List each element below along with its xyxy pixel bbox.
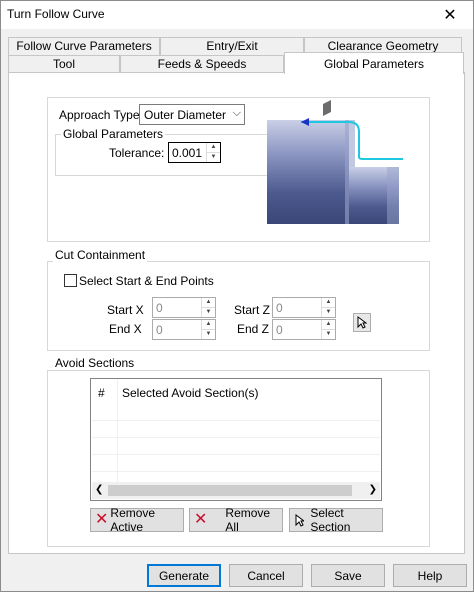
- help-button[interactable]: Help: [393, 564, 467, 587]
- column-header-name: Selected Avoid Section(s): [122, 386, 259, 400]
- select-start-end-label: Select Start & End Points: [79, 274, 214, 288]
- tab-entry-exit[interactable]: Entry/Exit: [160, 37, 304, 55]
- end-x-label: End X: [109, 322, 142, 336]
- dialog-window: Turn Follow Curve ✕ Follow Curve Paramet…: [0, 0, 474, 592]
- start-x-input[interactable]: 0 ▲ ▼: [152, 297, 216, 318]
- tolerance-value: 0.001: [172, 146, 203, 160]
- title-bar: Turn Follow Curve ✕: [1, 1, 473, 29]
- remove-active-button[interactable]: ✕ Remove Active: [90, 506, 184, 534]
- part-body-shape: [267, 120, 349, 224]
- approach-type-value: Outer Diameter: [144, 108, 227, 122]
- scroll-left-icon[interactable]: ❮: [95, 484, 103, 495]
- start-x-label: Start X: [107, 303, 144, 317]
- approach-type-label: Approach Type: [59, 108, 140, 122]
- tab-tool[interactable]: Tool: [8, 55, 120, 73]
- tab-panel: Approach Type Outer Diameter ⌵ Global Pa…: [8, 72, 465, 554]
- avoid-sections-table[interactable]: # Selected Avoid Section(s) ❮ ❯: [90, 378, 382, 501]
- start-x-value: 0: [156, 301, 163, 315]
- start-x-spin-buttons[interactable]: ▲ ▼: [201, 298, 215, 317]
- scroll-right-icon[interactable]: ❯: [369, 484, 377, 495]
- table-row: [92, 471, 380, 472]
- cut-containment-label: Cut Containment: [53, 248, 148, 262]
- window-title: Turn Follow Curve: [7, 7, 105, 21]
- remove-all-button[interactable]: ✕ Remove All: [189, 506, 283, 534]
- horizontal-scrollbar[interactable]: ❮ ❯: [92, 482, 380, 499]
- tolerance-label: Tolerance:: [109, 146, 165, 160]
- pick-points-button[interactable]: [353, 313, 371, 332]
- end-z-input[interactable]: 0 ▲ ▼: [272, 319, 336, 340]
- close-icon[interactable]: ✕: [427, 1, 473, 29]
- tab-follow-curve-parameters[interactable]: Follow Curve Parameters: [8, 37, 160, 55]
- start-z-spin-buttons[interactable]: ▲ ▼: [321, 298, 335, 317]
- global-parameters-label: Global Parameters: [61, 127, 166, 141]
- approach-preview-image: [267, 100, 403, 224]
- cancel-button[interactable]: Cancel: [229, 564, 303, 587]
- end-x-spin-buttons[interactable]: ▲ ▼: [201, 320, 215, 339]
- remove-x-icon: ✕: [194, 511, 208, 528]
- table-row: [92, 420, 380, 421]
- start-z-label: Start Z: [234, 303, 271, 317]
- tolerance-input[interactable]: 0.001 ▲ ▼: [168, 142, 221, 163]
- column-header-number: #: [98, 386, 105, 400]
- end-z-spin-buttons[interactable]: ▲ ▼: [321, 320, 335, 339]
- tool-insert-icon: [323, 100, 331, 116]
- column-divider: [117, 379, 118, 482]
- select-section-label: Select Section: [310, 506, 351, 534]
- save-button[interactable]: Save: [311, 564, 385, 587]
- tab-global-parameters[interactable]: Global Parameters: [284, 52, 464, 74]
- start-z-value: 0: [276, 301, 283, 315]
- select-section-button[interactable]: Select Section: [289, 506, 383, 534]
- remove-all-label: Remove All: [225, 506, 271, 534]
- start-z-input[interactable]: 0 ▲ ▼: [272, 297, 336, 318]
- select-start-end-checkbox[interactable]: [64, 274, 77, 287]
- cursor-arrow-icon: [295, 513, 305, 527]
- end-x-value: 0: [156, 323, 163, 337]
- cursor-arrow-icon: [357, 316, 367, 329]
- tab-feeds-speeds[interactable]: Feeds & Speeds: [120, 55, 284, 73]
- chevron-down-icon: ⌵: [232, 107, 241, 119]
- end-z-label: End Z: [237, 322, 270, 336]
- table-row: [92, 454, 380, 455]
- scrollbar-thumb[interactable]: [108, 485, 352, 496]
- generate-button[interactable]: Generate: [147, 564, 221, 587]
- approach-type-select[interactable]: Outer Diameter ⌵: [139, 104, 245, 125]
- remove-x-icon: ✕: [95, 511, 109, 528]
- end-x-input[interactable]: 0 ▲ ▼: [152, 319, 216, 340]
- tolerance-spin-buttons[interactable]: ▲ ▼: [206, 143, 220, 162]
- table-row: [92, 437, 380, 438]
- end-z-value: 0: [276, 323, 283, 337]
- avoid-sections-label: Avoid Sections: [53, 356, 137, 370]
- remove-active-label: Remove Active: [110, 506, 156, 534]
